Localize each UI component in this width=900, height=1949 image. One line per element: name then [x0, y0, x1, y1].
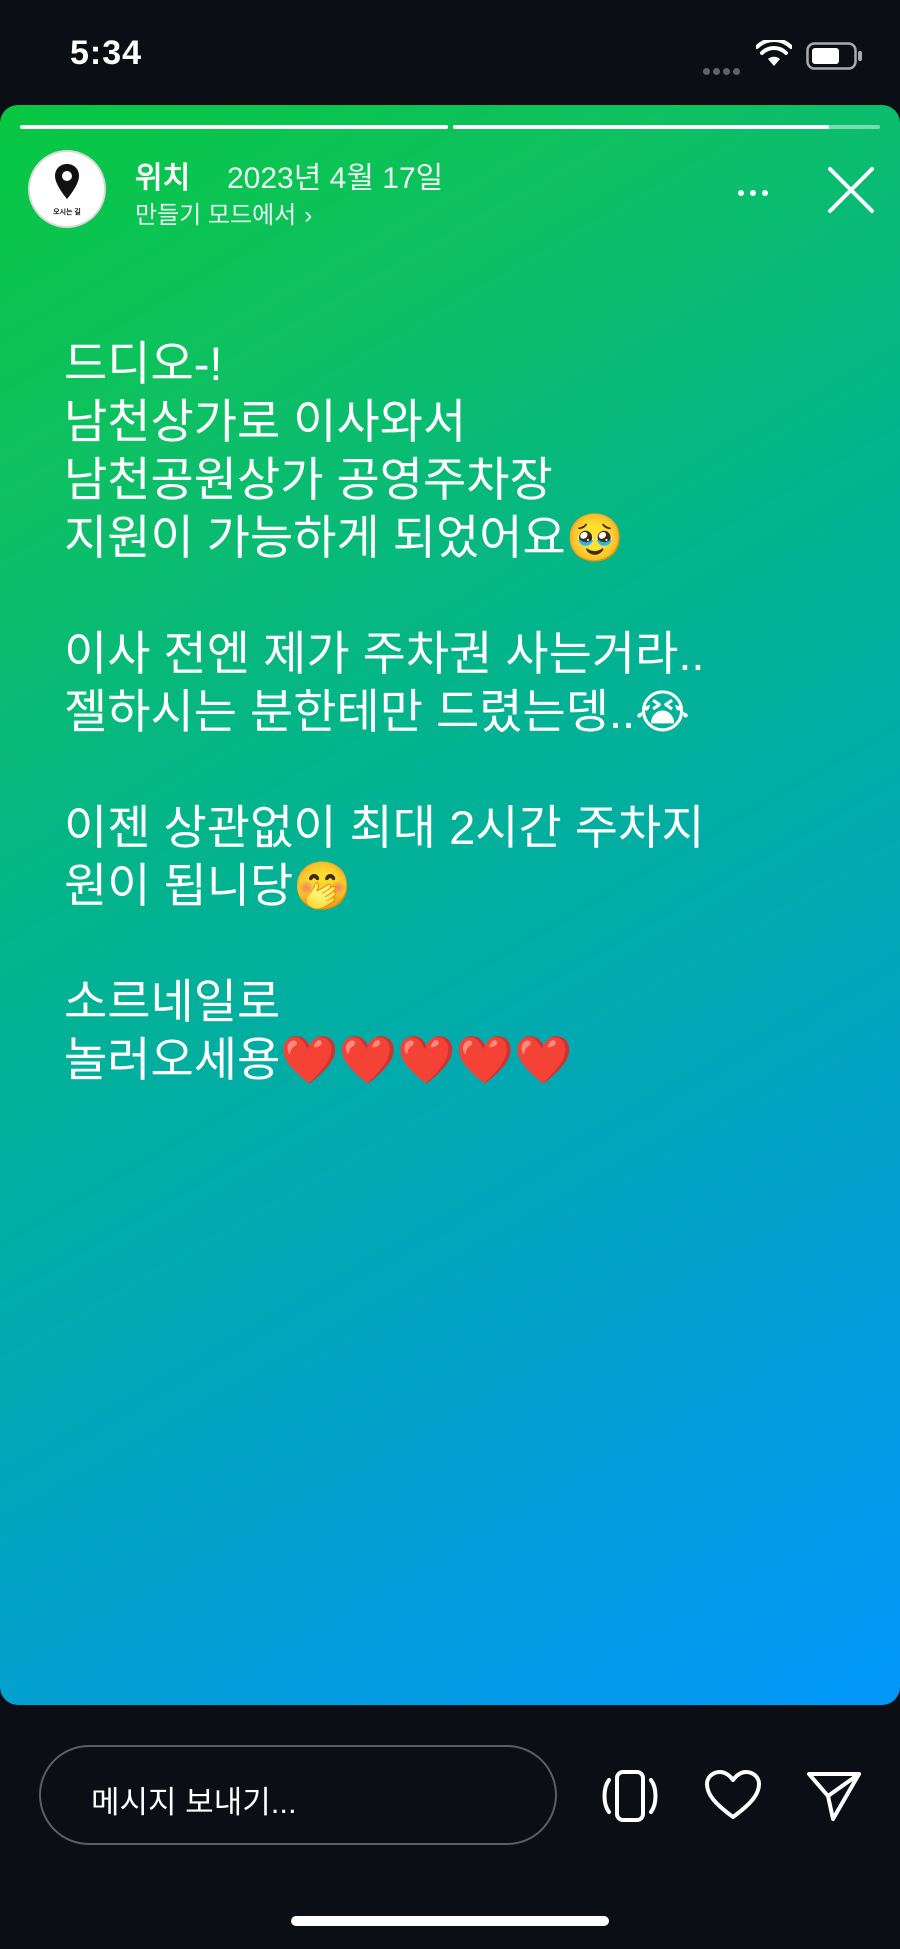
send-icon[interactable] [806, 1770, 862, 1827]
message-placeholder: 메시지 보내기... [91, 1785, 297, 1820]
story-progress-1 [20, 125, 448, 129]
story-text-line: 젤하시는 분한테만 드렸는뎅..😭 [64, 685, 691, 738]
post-date: 2023년 4월 17일 [227, 162, 444, 195]
story-progress-2 [453, 125, 880, 129]
status-time: 5:34 [70, 34, 143, 72]
rotate-device-icon[interactable] [600, 1768, 660, 1829]
cellular-signal-icon [703, 62, 743, 80]
avatar[interactable]: 오시는 길 [28, 150, 106, 228]
story-frame[interactable]: 오시는 길 위치 2023년 4월 17일 만들기 모드에서 › 드디오-! 남천상… [0, 105, 900, 1705]
story-text-line [64, 741, 864, 799]
story-text-line [64, 915, 864, 973]
story-text-line: 남천공원상가 공영주차장 [64, 453, 553, 506]
story-text-line [64, 567, 864, 625]
story-text: 드디오-! 남천상가로 이사와서 남천공원상가 공영주차장 지원이 가능하게 되었어요… [64, 335, 864, 1089]
story-text-line: 드디오-! [64, 337, 223, 390]
close-icon[interactable] [826, 165, 876, 220]
location-pin-icon [55, 164, 79, 199]
story-text-line: 이사 전엔 제가 주차권 사는거라.. [64, 627, 705, 680]
story-text-line: 지원이 가능하게 되었어요🥹 [64, 511, 625, 564]
story-text-line: 원이 됩니당🤭 [64, 859, 352, 912]
home-indicator[interactable] [291, 1916, 609, 1926]
chevron-right-icon: › [304, 202, 313, 229]
message-input[interactable]: 메시지 보내기... [39, 1745, 557, 1845]
story-text-line: 소르네일로 [64, 975, 281, 1028]
heart-icon[interactable] [704, 1769, 762, 1826]
avatar-label: 오시는 길 [53, 209, 81, 216]
more-icon[interactable] [738, 183, 774, 201]
story-text-line: 남천상가로 이사와서 [64, 395, 467, 448]
story-text-line: 이젠 상관없이 최대 2시간 주차지 [64, 801, 705, 854]
story-text-line: 놀러오세용❤️❤️❤️❤️❤️ [64, 1033, 573, 1086]
status-bar: 5:34 [0, 0, 900, 105]
create-mode-label: 만들기 모드에서 [135, 202, 297, 229]
create-mode-link[interactable]: 만들기 모드에서 › [135, 195, 312, 230]
wifi-icon [755, 37, 793, 73]
username[interactable]: 위치 [135, 153, 190, 197]
battery-icon [806, 42, 864, 75]
